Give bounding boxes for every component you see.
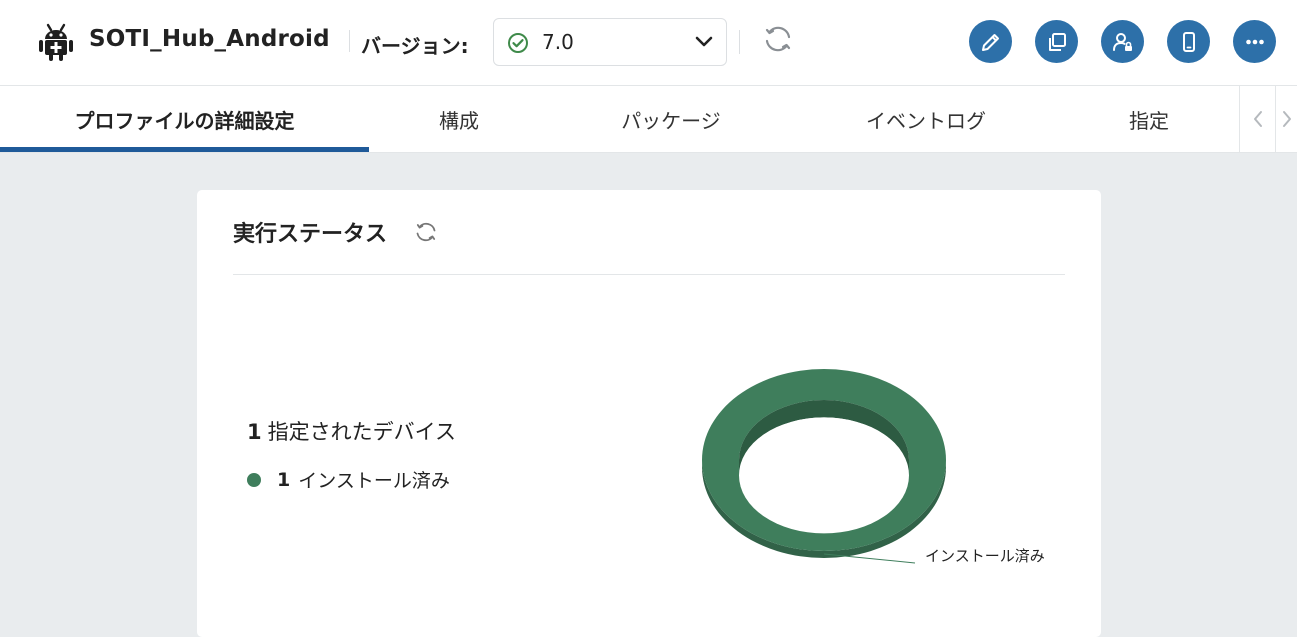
legend-item-installed[interactable]: 1 インストール済み xyxy=(247,466,450,493)
version-select[interactable]: 7.0 xyxy=(493,18,727,66)
tab-configuration[interactable]: 構成 xyxy=(369,86,549,152)
tab-scroll-right-button[interactable] xyxy=(1275,86,1297,152)
card-divider xyxy=(233,274,1065,275)
select-divider xyxy=(739,30,740,54)
device-button[interactable] xyxy=(1167,20,1210,63)
tab-bar: プロファイルの詳細設定 構成 パッケージ イベントログ 指定 xyxy=(0,86,1297,153)
execution-status-card: 実行ステータス 1 指定されたデバイス 1 インストール済み インストール済み xyxy=(197,190,1101,637)
refresh-icon[interactable] xyxy=(762,23,794,55)
app-title: SOTI_Hub_Android xyxy=(89,26,330,52)
chevron-right-icon xyxy=(1282,111,1291,127)
user-lock-button[interactable] xyxy=(1101,20,1144,63)
user-lock-icon xyxy=(1112,32,1132,51)
more-button[interactable] xyxy=(1233,20,1276,63)
top-header: SOTI_Hub_Android バージョン: 7.0 xyxy=(0,0,1297,86)
tab-event-log[interactable]: イベントログ xyxy=(793,86,1059,152)
version-value: 7.0 xyxy=(542,30,574,54)
donut-label-leader xyxy=(823,553,916,564)
assigned-devices-label: 指定されたデバイス xyxy=(267,420,456,444)
assigned-devices-count: 1 xyxy=(247,420,262,444)
donut-slice-label: インストール済み xyxy=(925,547,1045,565)
tab-profile-details[interactable]: プロファイルの詳細設定 xyxy=(0,86,369,152)
tab-assignment[interactable]: 指定 xyxy=(1059,86,1239,152)
donut-hole xyxy=(739,417,909,534)
title-divider xyxy=(349,30,350,52)
tab-packages[interactable]: パッケージ xyxy=(549,86,793,152)
more-icon xyxy=(1245,39,1264,44)
pencil-icon xyxy=(981,33,999,51)
assigned-devices-total: 1 指定されたデバイス xyxy=(247,416,456,446)
edit-button[interactable] xyxy=(969,20,1012,63)
copy-button[interactable] xyxy=(1035,20,1078,63)
active-tab-indicator xyxy=(0,147,369,152)
version-label: バージョン: xyxy=(361,34,469,58)
legend-count: 1 xyxy=(277,468,291,491)
phone-icon xyxy=(1182,31,1195,52)
legend-dot xyxy=(247,472,261,487)
chevron-down-icon xyxy=(695,36,713,47)
tab-scroll-left-button[interactable] xyxy=(1239,86,1275,152)
check-circle-icon xyxy=(508,33,528,53)
refresh-icon[interactable] xyxy=(414,220,438,244)
copy-icon xyxy=(1048,32,1066,51)
card-title: 実行ステータス xyxy=(233,222,388,247)
legend-label: インストール済み xyxy=(298,470,450,492)
chevron-left-icon xyxy=(1253,111,1262,127)
android-icon xyxy=(39,23,73,61)
